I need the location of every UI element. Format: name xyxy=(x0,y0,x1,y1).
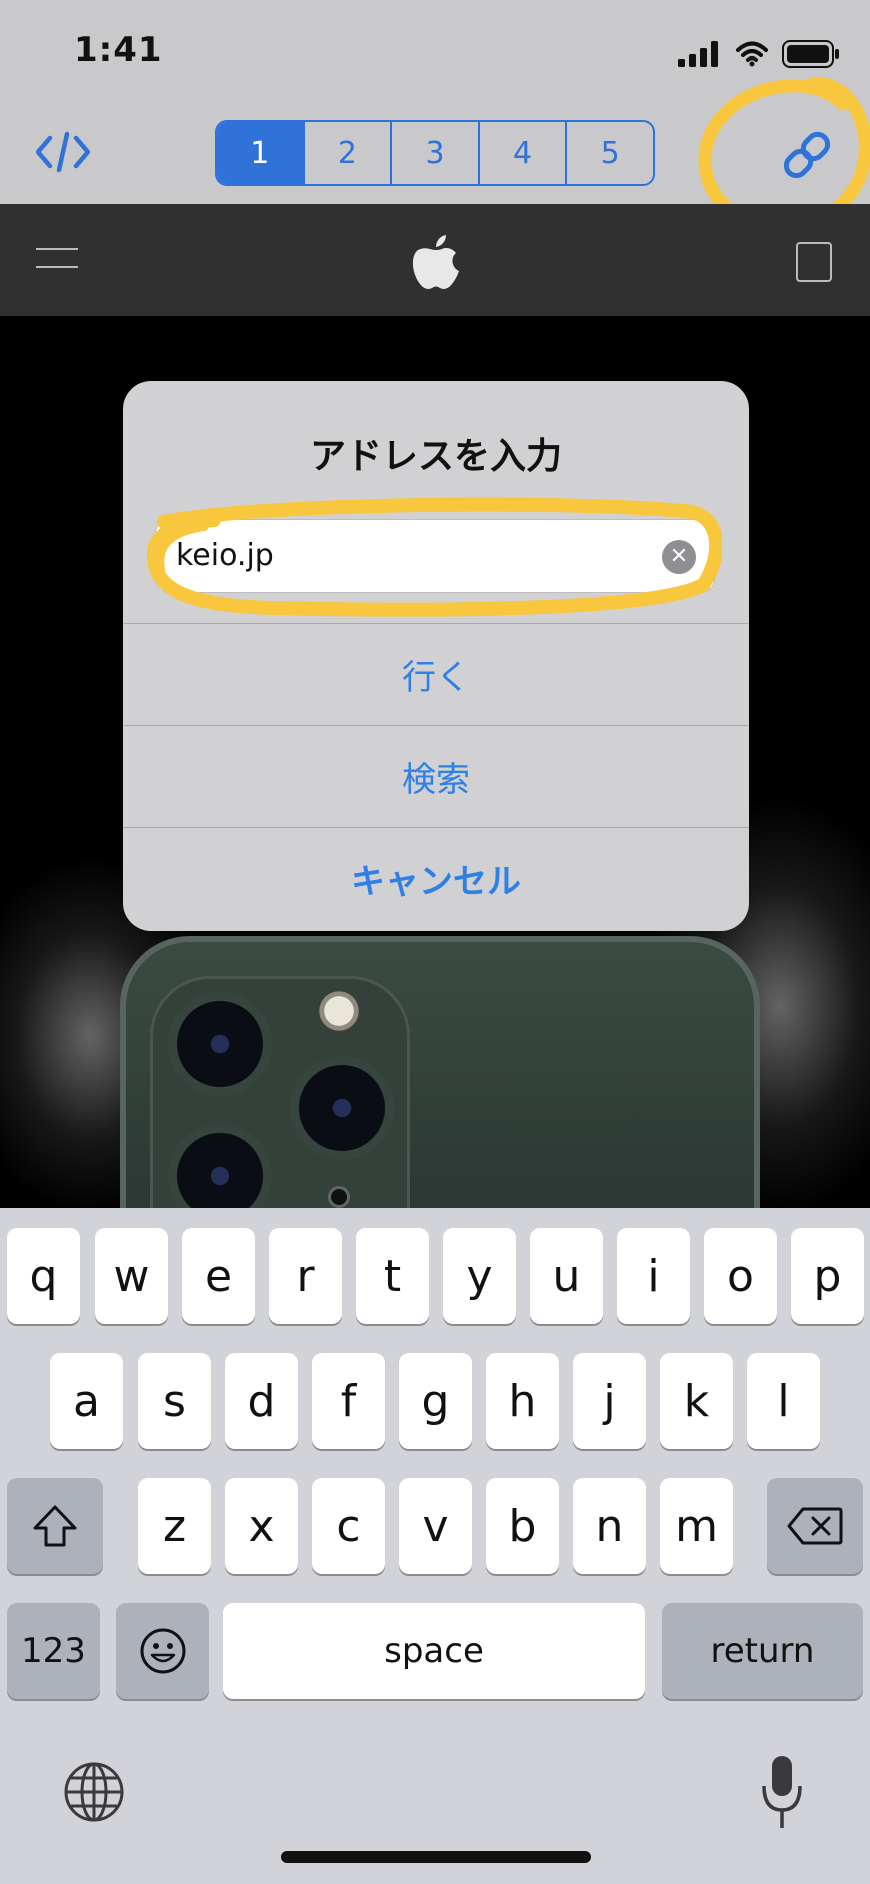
globe-icon[interactable] xyxy=(62,1760,126,1824)
key-a[interactable]: a xyxy=(50,1353,123,1449)
status-time: 1:41 xyxy=(74,30,163,70)
key-b[interactable]: b xyxy=(486,1478,559,1574)
shift-key[interactable] xyxy=(7,1478,103,1574)
go-button[interactable]: 行く xyxy=(123,623,749,725)
tab-3[interactable]: 3 xyxy=(390,122,478,184)
key-o[interactable]: o xyxy=(704,1228,777,1324)
code-icon[interactable] xyxy=(36,130,90,174)
emoji-icon xyxy=(140,1628,185,1674)
key-k[interactable]: k xyxy=(660,1353,733,1449)
key-d[interactable]: d xyxy=(225,1353,298,1449)
key-w[interactable]: w xyxy=(95,1228,168,1324)
website-nav-bar xyxy=(0,204,870,316)
key-e[interactable]: e xyxy=(182,1228,255,1324)
space-key[interactable]: space xyxy=(223,1603,645,1699)
key-h[interactable]: h xyxy=(486,1353,559,1449)
shift-icon xyxy=(33,1505,77,1547)
tab-2[interactable]: 2 xyxy=(302,122,391,184)
address-alert-dialog: アドレスを入力 keio.jp ✕ 行く 検索 キャンセル xyxy=(123,381,749,931)
backspace-icon xyxy=(787,1507,843,1545)
key-f[interactable]: f xyxy=(312,1353,385,1449)
tab-5[interactable]: 5 xyxy=(565,122,653,184)
key-r[interactable]: r xyxy=(269,1228,342,1324)
battery-icon xyxy=(782,40,839,68)
numbers-key[interactable]: 123 xyxy=(7,1603,100,1699)
camera-lens xyxy=(168,992,272,1096)
key-y[interactable]: y xyxy=(443,1228,516,1324)
apple-logo[interactable] xyxy=(412,234,460,290)
yellow-annotation-circle xyxy=(146,497,722,617)
emoji-key[interactable] xyxy=(116,1603,209,1699)
camera-mic-hole xyxy=(328,1186,350,1208)
key-s[interactable]: s xyxy=(138,1353,211,1449)
return-key[interactable]: return xyxy=(662,1603,863,1699)
key-m[interactable]: m xyxy=(660,1478,733,1574)
key-j[interactable]: j xyxy=(573,1353,646,1449)
delete-key[interactable] xyxy=(767,1478,863,1574)
key-u[interactable]: u xyxy=(530,1228,603,1324)
wifi-icon xyxy=(736,41,768,67)
camera-flash xyxy=(316,988,362,1034)
tab-segmented-control: 1 2 3 4 5 xyxy=(215,120,655,186)
key-c[interactable]: c xyxy=(312,1478,385,1574)
cellular-signal-icon xyxy=(678,41,718,67)
key-t[interactable]: t xyxy=(356,1228,429,1324)
status-icons xyxy=(678,36,840,72)
search-button[interactable]: 検索 xyxy=(123,725,749,827)
menu-icon[interactable] xyxy=(36,248,78,274)
cancel-button[interactable]: キャンセル xyxy=(123,827,749,929)
tab-4[interactable]: 4 xyxy=(477,122,566,184)
tab-1[interactable]: 1 xyxy=(217,122,303,184)
key-z[interactable]: z xyxy=(138,1478,211,1574)
alert-title: アドレスを入力 xyxy=(309,436,562,477)
microphone-icon[interactable] xyxy=(758,1752,806,1832)
camera-lens xyxy=(290,1056,394,1160)
key-i[interactable]: i xyxy=(617,1228,690,1324)
key-v[interactable]: v xyxy=(399,1478,472,1574)
key-g[interactable]: g xyxy=(399,1353,472,1449)
bag-icon[interactable] xyxy=(796,242,832,282)
home-indicator[interactable] xyxy=(281,1851,591,1863)
key-p[interactable]: p xyxy=(791,1228,864,1324)
key-x[interactable]: x xyxy=(225,1478,298,1574)
key-q[interactable]: q xyxy=(7,1228,80,1324)
key-n[interactable]: n xyxy=(573,1478,646,1574)
key-l[interactable]: l xyxy=(747,1353,820,1449)
